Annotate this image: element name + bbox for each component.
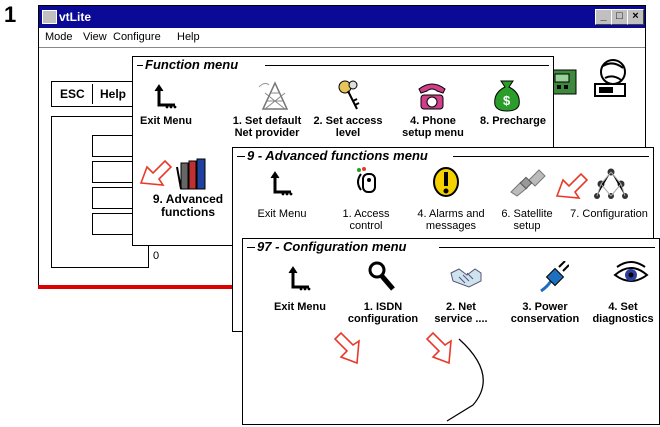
menu-item-net-service[interactable]: 2. Net service .... [429,301,493,325]
menu-item-satellite-setup[interactable]: 6. Satellite setup [497,208,557,232]
menu-help[interactable]: Help [177,31,200,43]
menu-item-precharge[interactable]: 8. Precharge [473,115,553,127]
menu-view[interactable]: View [83,31,107,43]
menu-item-set-access-level[interactable]: 2. Set access level [313,115,383,139]
menu-mode[interactable]: Mode [45,31,73,43]
step-number: 1 [4,2,17,27]
maximize-button[interactable]: □ [611,9,628,25]
app-icon [42,10,57,24]
books-icon[interactable] [175,157,211,191]
menu-item-access-control[interactable]: 1. Access control [333,208,399,232]
alarm-icon[interactable] [431,166,461,200]
esc-button[interactable]: ESC [60,87,85,101]
title-rule-right [439,247,655,248]
satellite-icon[interactable] [507,166,547,198]
menu-item-set-default-net-provider[interactable]: 1. Set default Net provider [227,115,307,139]
advanced-menu-title: 9 - Advanced functions menu [247,148,428,163]
status-value: 0 [153,250,160,262]
title-rule-right [453,156,649,157]
title-rule-left [137,65,143,66]
title-rule-left [247,247,255,248]
red-divider-line [38,285,238,289]
power-plug-icon[interactable] [539,261,569,293]
menu-item-alarms-and-messages[interactable]: 4. Alarms and messages [411,208,491,232]
title-rule-left [237,156,245,157]
keys-icon[interactable] [337,79,363,113]
svg-text:$: $ [503,93,511,108]
function-menu-title: Function menu [145,57,239,72]
menu-item-advanced-functions[interactable]: 9. Advanced functions [141,193,235,219]
handshake-icon[interactable] [449,263,483,291]
eye-icon[interactable] [613,259,649,289]
close-button[interactable]: × [627,9,644,25]
configuration-menu-title: 97 - Configuration menu [257,239,407,254]
menu-bar: Mode View Configure Help [39,28,645,46]
title-rule-right [265,65,549,66]
isdn-handset-icon[interactable] [367,261,397,293]
title-bar: vtLite _ □ × [39,6,645,28]
menu-item-exit[interactable]: Exit Menu [267,301,333,313]
configuration-menu-panel: 97 - Configuration menu Exit Menu 1. ISD… [242,238,660,425]
configuration-network-icon[interactable] [593,166,629,200]
menu-item-configuration[interactable]: 7. Configuration [569,208,649,220]
pointer-arrow-icon [333,331,360,365]
connector-curve [446,338,484,422]
exit-arrow-icon[interactable] [287,265,313,293]
toolbar-buttons: ESC Help [51,81,135,107]
telephone-icon[interactable] [415,79,449,111]
help-button[interactable]: Help [100,87,126,101]
exit-arrow-icon[interactable] [153,83,179,111]
menu-configure[interactable]: Configure [113,31,161,43]
exit-arrow-icon[interactable] [269,170,295,198]
menu-item-phone-setup[interactable]: 4. Phone setup menu [395,115,471,139]
menu-item-power-conservation[interactable]: 3. Power conservation [505,301,585,325]
menu-item-set-diagnostics[interactable]: 4. Set diagnostics [587,301,659,325]
menubar-divider [39,47,645,48]
money-bag-icon[interactable]: $ [491,77,523,113]
minimize-button[interactable]: _ [595,9,612,25]
pointer-arrow-icon [555,172,589,199]
menu-item-exit[interactable]: Exit Menu [133,115,199,127]
antenna-tower-icon[interactable] [257,79,293,111]
pointer-arrow-icon [139,159,173,186]
window-title: vtLite [59,10,92,24]
toolbar-divider [92,84,93,104]
network-globe-icon[interactable] [589,56,635,102]
access-control-icon[interactable] [353,166,381,200]
menu-item-isdn-configuration[interactable]: 1. ISDN configuration [339,301,427,325]
menu-item-exit[interactable]: Exit Menu [249,208,315,220]
